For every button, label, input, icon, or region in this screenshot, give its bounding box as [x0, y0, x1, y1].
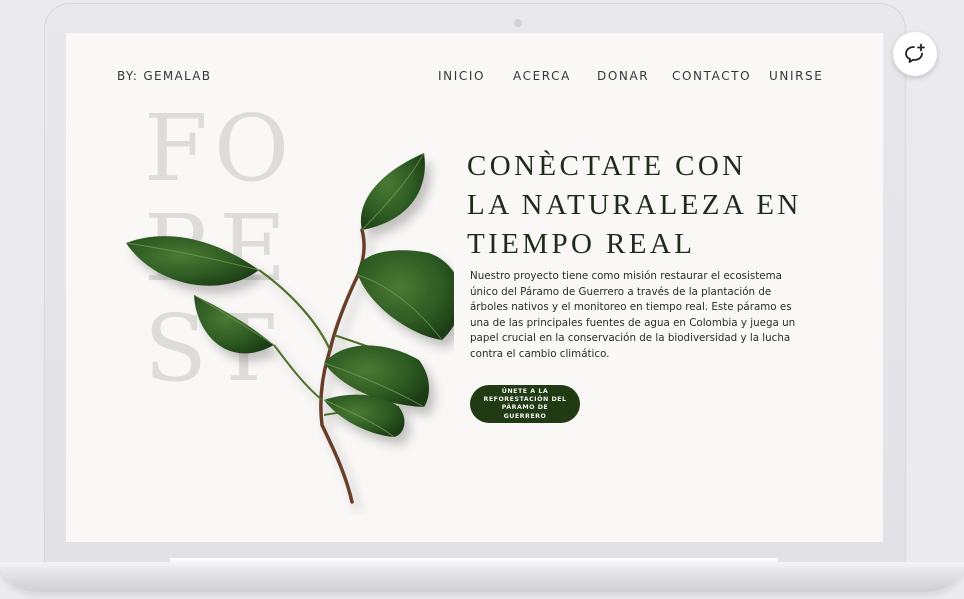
- laptop-hinge: [170, 558, 778, 568]
- nav-item-inicio[interactable]: INICIO: [438, 69, 485, 83]
- hero-title-line: CONÈCTATE CON: [467, 150, 747, 182]
- leaf-branch-icon: [125, 152, 454, 504]
- camera-dot: [514, 19, 522, 27]
- hero-title-line: LA NATURALEZA EN: [467, 189, 802, 221]
- nav-item-donar[interactable]: DONAR: [597, 69, 649, 83]
- website-screen: BY: GEMALAB INICIO ACERCA DONAR CONTACTO…: [66, 33, 883, 542]
- hero-title-line: TIEMPO REAL: [467, 228, 696, 260]
- join-reforestation-button[interactable]: ÚNETE A LA REFORESTACIÓN DEL PÁRAMO DE G…: [470, 385, 580, 423]
- nav-item-contacto[interactable]: CONTACTO: [672, 69, 751, 83]
- nav-item-unirse[interactable]: UNIRSE: [769, 69, 823, 83]
- hero-description: Nuestro proyecto tiene como misión resta…: [470, 270, 796, 360]
- hero-title: CONÈCTATE CON LA NATURALEZA EN TIEMPO RE…: [467, 147, 802, 264]
- chat-add-icon: [905, 43, 925, 63]
- nav-item-acerca[interactable]: ACERCA: [513, 69, 571, 83]
- brand-label[interactable]: BY: GEMALAB: [117, 69, 211, 83]
- chat-add-button[interactable]: [893, 32, 937, 76]
